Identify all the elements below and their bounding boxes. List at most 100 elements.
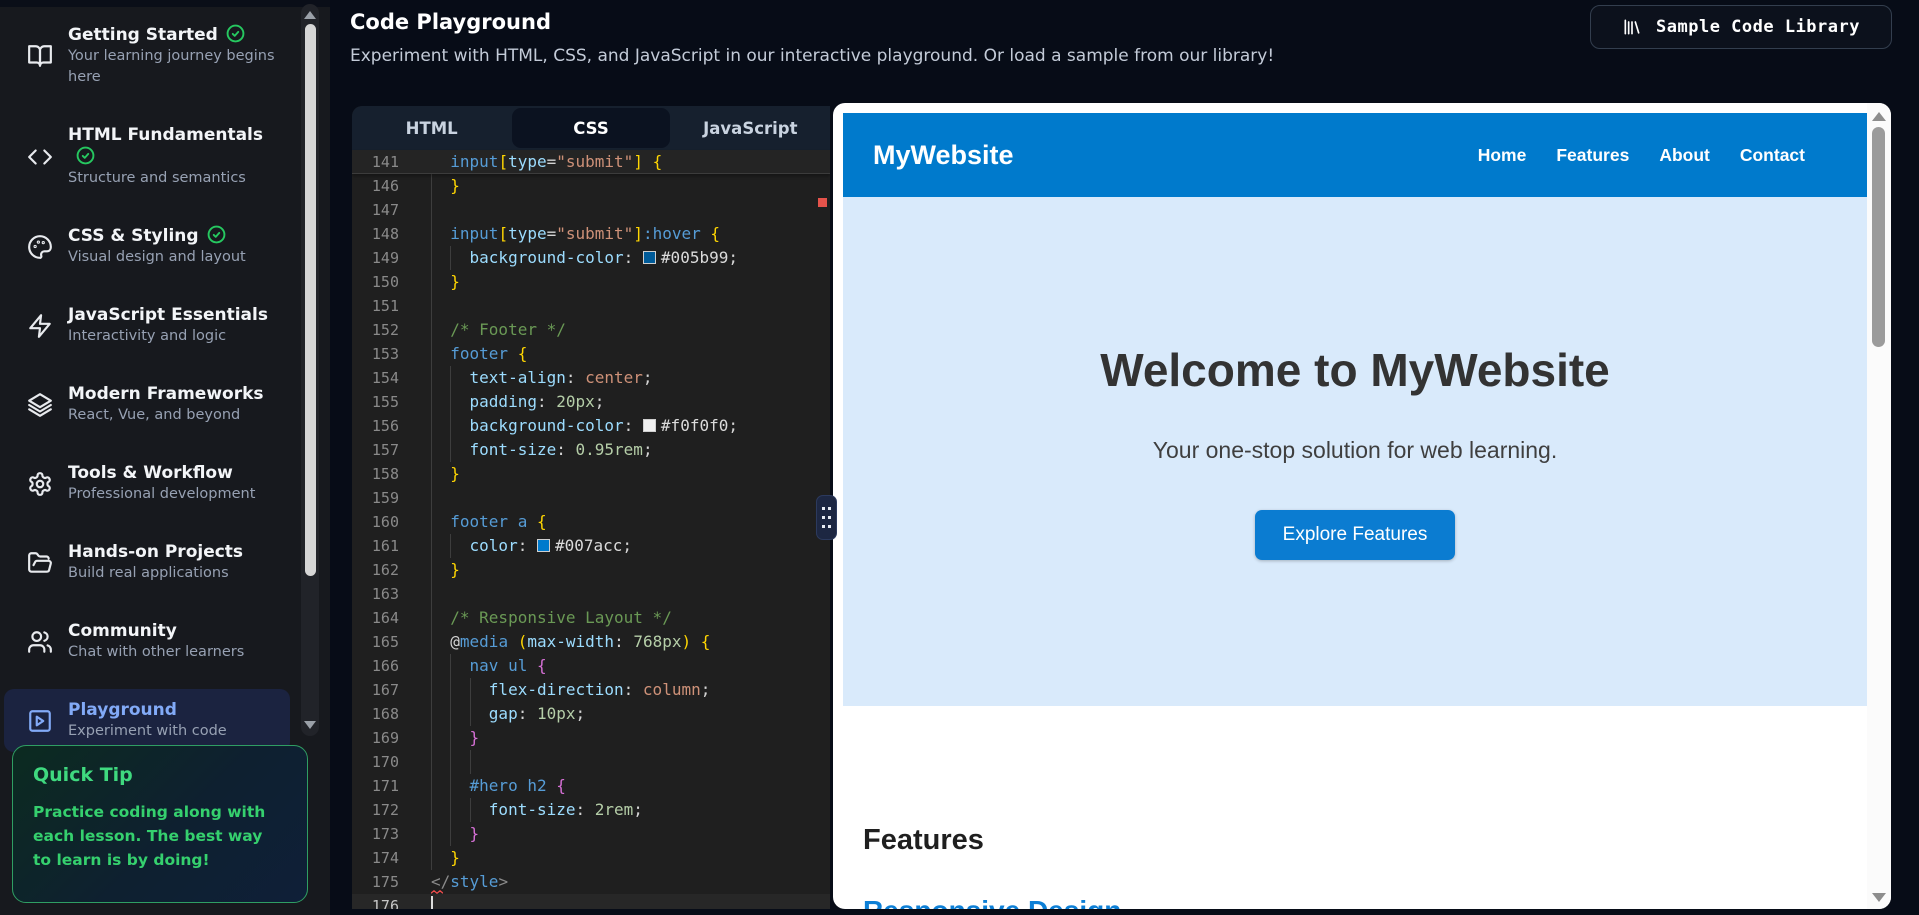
- code-line-text[interactable]: }: [420, 270, 830, 294]
- color-swatch[interactable]: [643, 251, 656, 264]
- sidebar-item-javascript-essentials[interactable]: JavaScript EssentialsInteractivity and l…: [4, 294, 290, 357]
- scroll-down-arrow-icon[interactable]: [304, 721, 316, 729]
- sidebar-item-title: HTML Fundamentals: [68, 125, 263, 167]
- indent-guide: [431, 822, 432, 846]
- sidebar-item-playground[interactable]: PlaygroundExperiment with code: [4, 689, 290, 752]
- code-line-text[interactable]: #hero h2 {: [420, 774, 830, 798]
- scroll-up-arrow-icon[interactable]: [1872, 112, 1886, 121]
- code-line-text[interactable]: [420, 198, 830, 222]
- indent-guide: [450, 366, 451, 390]
- code-line-text[interactable]: input[type="submit"] {: [420, 150, 830, 173]
- code-line-text[interactable]: /* Footer */: [420, 318, 830, 342]
- sidebar-scrollbar[interactable]: [301, 4, 319, 736]
- preview-nav-link-contact[interactable]: Contact: [1740, 145, 1805, 166]
- indent-guide: [431, 846, 432, 870]
- indent-guide: [431, 798, 432, 822]
- sidebar-item-hands-on-projects[interactable]: Hands-on ProjectsBuild real applications: [4, 531, 290, 594]
- code-line-text[interactable]: text-align: center;: [420, 366, 830, 390]
- code-line: 172 font-size: 2rem;: [352, 798, 830, 822]
- code-line: 175</style>: [352, 870, 830, 894]
- preview-nav-link-about[interactable]: About: [1659, 145, 1710, 166]
- sidebar-item-community[interactable]: CommunityChat with other learners: [4, 610, 290, 673]
- code-line-text[interactable]: [420, 582, 830, 606]
- code-editor[interactable]: 141 input[type="submit"] {146 }147148 in…: [352, 150, 830, 909]
- code-line-text[interactable]: </style>: [420, 870, 830, 894]
- color-swatch[interactable]: [643, 419, 656, 432]
- sidebar-item-html-fundamentals[interactable]: HTML FundamentalsStructure and semantics: [4, 114, 290, 199]
- line-number: 161: [352, 534, 420, 558]
- scroll-up-arrow-icon[interactable]: [304, 11, 316, 19]
- preview-nav-link-features[interactable]: Features: [1556, 145, 1629, 166]
- color-swatch[interactable]: [537, 539, 550, 552]
- line-number: 162: [352, 558, 420, 582]
- indent-guide: [450, 534, 451, 558]
- tab-css[interactable]: CSS: [512, 108, 669, 148]
- sidebar-item-tools-workflow[interactable]: Tools & WorkflowProfessional development: [4, 452, 290, 515]
- sidebar-item-title: Hands-on Projects: [68, 542, 243, 562]
- code-line-text[interactable]: gap: 10px;: [420, 702, 830, 726]
- code-line-text[interactable]: font-size: 0.95rem;: [420, 438, 830, 462]
- code-line-text[interactable]: [420, 486, 830, 510]
- scroll-down-arrow-icon[interactable]: [1872, 893, 1886, 902]
- code-line-text[interactable]: footer {: [420, 342, 830, 366]
- code-line-text[interactable]: }: [420, 174, 830, 198]
- line-number: 151: [352, 294, 420, 318]
- explore-features-button[interactable]: Explore Features: [1255, 510, 1456, 560]
- code-line-text[interactable]: [420, 294, 830, 318]
- preview-nav-link-home[interactable]: Home: [1478, 145, 1527, 166]
- code-line-text[interactable]: }: [420, 822, 830, 846]
- sidebar-item-modern-frameworks[interactable]: Modern FrameworksReact, Vue, and beyond: [4, 373, 290, 436]
- indent-guide: [431, 222, 432, 246]
- indent-guide: [450, 702, 451, 726]
- code-line: 152 /* Footer */: [352, 318, 830, 342]
- code-line-text[interactable]: }: [420, 726, 830, 750]
- layers-icon: [26, 392, 54, 418]
- tab-html[interactable]: HTML: [353, 108, 510, 148]
- code-line-text[interactable]: color: #007acc;: [420, 534, 830, 558]
- code-line: 155 padding: 20px;: [352, 390, 830, 414]
- tab-javascript[interactable]: JavaScript: [672, 108, 829, 148]
- preview-scrollbar-thumb[interactable]: [1872, 127, 1885, 347]
- code-line-text[interactable]: font-size: 2rem;: [420, 798, 830, 822]
- line-number: 146: [352, 174, 420, 198]
- code-line-text[interactable]: footer a {: [420, 510, 830, 534]
- code-line-text[interactable]: input[type="submit"]:hover {: [420, 222, 830, 246]
- code-line-text[interactable]: flex-direction: column;: [420, 678, 830, 702]
- code-editor-panel: HTMLCSSJavaScript 141 input[type="submit…: [352, 106, 830, 909]
- editor-tab-bar: HTMLCSSJavaScript: [352, 106, 830, 150]
- responsive-design-link[interactable]: Responsive Design: [863, 895, 1121, 909]
- indent-guide: [431, 534, 432, 558]
- sidebar-item-title: CSS & Styling: [68, 226, 226, 246]
- sidebar-item-css-styling[interactable]: CSS & StylingVisual design and layout: [4, 215, 290, 278]
- indent-guide: [431, 462, 432, 486]
- code-line-text[interactable]: }: [420, 846, 830, 870]
- sidebar-item-title: JavaScript Essentials: [68, 305, 268, 325]
- code-line-text[interactable]: padding: 20px;: [420, 390, 830, 414]
- code-line-text[interactable]: background-color: #f0f0f0;: [420, 414, 830, 438]
- indent-guide: [431, 510, 432, 534]
- line-number: 170: [352, 750, 420, 774]
- completed-check-icon: [226, 24, 245, 43]
- code-line-text[interactable]: }: [420, 558, 830, 582]
- code-line-text[interactable]: [420, 750, 830, 774]
- code-line: 147: [352, 198, 830, 222]
- sidebar-item-getting-started[interactable]: Getting StartedYour learning journey beg…: [4, 14, 290, 98]
- code-line-text[interactable]: nav ul {: [420, 654, 830, 678]
- code-line: 158 }: [352, 462, 830, 486]
- indent-guide: [431, 366, 432, 390]
- quick-tip-title: Quick Tip: [33, 764, 287, 786]
- indent-guide: [450, 678, 451, 702]
- code-line: 149 background-color: #005b99;: [352, 246, 830, 270]
- code-line: 173 }: [352, 822, 830, 846]
- code-line-text[interactable]: @media (max-width: 768px) {: [420, 630, 830, 654]
- code-line-text[interactable]: /* Responsive Layout */: [420, 606, 830, 630]
- code-line-text[interactable]: [420, 894, 830, 909]
- indent-guide: [450, 798, 451, 822]
- code-line-text[interactable]: }: [420, 462, 830, 486]
- indent-guide: [450, 750, 451, 774]
- sidebar-scrollbar-thumb[interactable]: [305, 24, 316, 576]
- code-line-text[interactable]: background-color: #005b99;: [420, 246, 830, 270]
- preview-scrollbar[interactable]: [1867, 103, 1891, 909]
- sample-code-library-button[interactable]: Sample Code Library: [1590, 5, 1892, 49]
- pane-splitter-handle[interactable]: [816, 495, 837, 540]
